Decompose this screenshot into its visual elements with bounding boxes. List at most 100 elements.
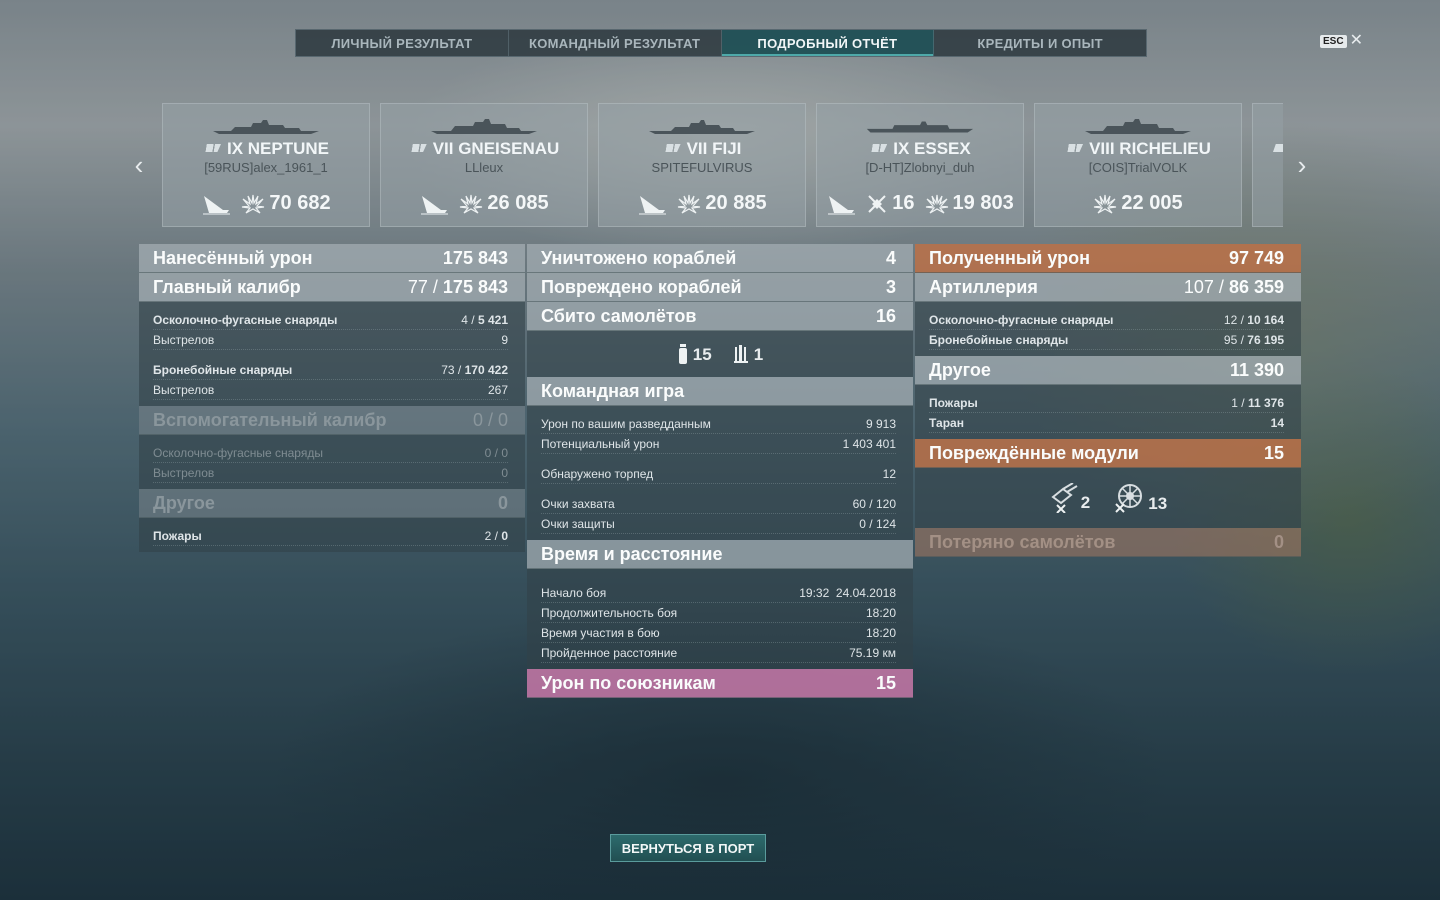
- main-battery-label: Главный калибр: [153, 276, 301, 297]
- carousel-next-arrow[interactable]: ›: [1292, 150, 1312, 180]
- defense-points-row: Очки защиты 0 / 124: [541, 514, 896, 534]
- damage-dealt-header: Нанесённый урон 175 843: [139, 244, 525, 273]
- damage-dealt-value: 175 843: [442, 247, 508, 268]
- ship-card[interactable]: IX ESSEX [D-HT]Zlobnyi_duh 16 19 803: [816, 103, 1024, 227]
- ally-damage-header: Урон по союзникам 15: [527, 669, 913, 698]
- ship-name: IX ESSEX: [893, 139, 971, 158]
- ships-destroyed-header: Уничтожено кораблей 4: [527, 244, 913, 273]
- fighters-count: 15: [692, 345, 712, 364]
- gun-turret-damaged-icon: [1051, 483, 1078, 513]
- ship-card[interactable]: VII GNEISENAU LLleux 26 085: [380, 103, 588, 227]
- ships-damaged-header: Повреждено кораблей 3: [527, 273, 913, 302]
- ship-silhouette-icon: [431, 119, 537, 134]
- sunk-ship-icon: [421, 195, 449, 214]
- esc-key-hint: ESC: [1320, 34, 1347, 48]
- ship-card[interactable]: VII FIJI SPITEFULVIRUS 20 885: [598, 103, 806, 227]
- damage-received-header: Полученный урон 97 749: [915, 244, 1301, 273]
- damage-value: 20 885: [705, 192, 767, 214]
- he-shots-row: Выстрелов 9: [153, 330, 508, 350]
- planes-lost-header: Потеряно самолётов 0: [915, 528, 1301, 557]
- damage-value: 19 803: [952, 192, 1014, 214]
- tab-personal-result[interactable]: ЛИЧНЫЙ РЕЗУЛЬТАТ: [296, 30, 509, 56]
- main-battery-hits: 77: [407, 276, 428, 297]
- other-damage-label: Другое: [153, 492, 215, 513]
- damage-dealt-label: Нанесённый урон: [153, 247, 313, 268]
- results-tabs: ЛИЧНЫЙ РЕЗУЛЬТАТ КОМАНДНЫЙ РЕЗУЛЬТАТ ПОД…: [295, 29, 1147, 57]
- ship-card-partial[interactable]: [1252, 103, 1283, 227]
- he-shells-row: Осколочно-фугасные снаряды 4 / 5 421: [153, 310, 508, 330]
- close-icon: ✕: [1349, 32, 1363, 49]
- ship-name: VII FIJI: [686, 139, 742, 158]
- ap-shots-row: Выстрелов 267: [153, 380, 508, 400]
- battleship-class-icon: [1065, 144, 1084, 152]
- return-to-port-button[interactable]: ВЕРНУТЬСЯ В ПОРТ: [610, 834, 766, 862]
- carousel-prev-arrow[interactable]: ‹: [129, 150, 149, 180]
- main-battery-header: Главный калибр 77 / 175 843: [139, 273, 525, 302]
- cruiser-class-icon: [202, 144, 221, 152]
- damage-splash-icon: [678, 194, 701, 214]
- ramming-row: Таран 14: [929, 413, 1284, 433]
- bombers-count: 1: [753, 345, 764, 364]
- cruiser-class-icon: [662, 144, 681, 152]
- main-battery-damage: 175 843: [442, 276, 508, 297]
- other-damage-details: Пожары 2 / 0: [139, 518, 525, 552]
- ship-card[interactable]: VIII RICHELIEU [COIS]TrialVOLK 22 005: [1034, 103, 1242, 227]
- sunk-ship-icon: [828, 195, 856, 214]
- main-battery-details: Осколочно-фугасные снаряды 4 / 5 421 Выст…: [139, 302, 525, 406]
- secondary-he-row: Осколочно-фугасные снаряды 0 / 0: [153, 443, 508, 463]
- teamplay-header: Командная игра: [527, 377, 913, 406]
- secondary-shots-row: Выстрелов 0: [153, 463, 508, 483]
- sunk-ship-icon: [639, 195, 667, 214]
- damage-splash-icon: [1094, 194, 1117, 214]
- ship-silhouette-icon: [649, 120, 755, 134]
- time-distance-header: Время и расстояние: [527, 540, 913, 569]
- damaged-guns-count: 2: [1080, 493, 1091, 512]
- ap-shells-row: Бронебойные снаряды 73 / 170 422: [153, 360, 508, 380]
- potential-damage-row: Потенциальный урон 1 403 401: [541, 434, 896, 454]
- artillery-details: Осколочно-фугасные снаряды 12 / 10 164 Бр…: [915, 302, 1301, 356]
- close-button[interactable]: ESC ✕: [1320, 32, 1363, 49]
- destroyed-ships-carousel: IX NEPTUNE [59RUS]alex_1961_1 70 682 VII…: [162, 103, 1283, 227]
- ship-card[interactable]: IX NEPTUNE [59RUS]alex_1961_1 70 682: [162, 103, 370, 227]
- damage-splash-icon: [925, 194, 948, 214]
- player-name: [COIS]TrialVOLK: [1088, 160, 1188, 175]
- distance-row: Пройденное расстояние 75.19 км: [541, 643, 896, 663]
- planes-shot-value: 16: [892, 192, 915, 214]
- damage-received-panel: Полученный урон 97 749 Артиллерия 107 / 8…: [915, 244, 1301, 557]
- battle-summary-panel: Уничтожено кораблей 4 Повреждено кораблей…: [527, 244, 913, 698]
- tab-team-result[interactable]: КОМАНДНЫЙ РЕЗУЛЬТАТ: [509, 30, 722, 56]
- battle-start-row: Начало боя 19:32 24.04.2018: [541, 583, 896, 603]
- planes-breakdown: 15 1: [527, 331, 913, 377]
- damaged-modules-breakdown: 2 13: [915, 468, 1301, 528]
- ship-silhouette-icon: [866, 121, 974, 133]
- damage-value: 26 085: [487, 192, 549, 214]
- planes-shot-down-header: Сбито самолётов 16: [527, 302, 913, 331]
- fighter-icon: [678, 344, 687, 364]
- received-other-header: Другое 11 390: [915, 356, 1301, 385]
- sunk-ship-icon: [203, 195, 231, 214]
- player-name: SPITEFULVIRUS: [651, 160, 753, 175]
- torpedoes-spotted-row: Обнаружено торпед 12: [541, 464, 896, 484]
- fires-row: Пожары 2 / 0: [153, 526, 508, 546]
- player-name: [D-HT]Zlobnyi_duh: [865, 160, 975, 175]
- secondary-battery-header: Вспомогательный калибр 0 / 0: [139, 406, 525, 435]
- carrier-class-icon: [869, 144, 888, 152]
- received-ap-row: Бронебойные снаряды 95 / 76 195: [929, 330, 1284, 350]
- secondary-battery-label: Вспомогательный калибр: [153, 409, 387, 430]
- tab-credits-xp[interactable]: КРЕДИТЫ И ОПЫТ: [934, 30, 1146, 56]
- spotting-damage-row: Урон по вашим разведданным 9 913: [541, 414, 896, 434]
- other-damage-value: 0: [497, 492, 508, 513]
- plane-shot-down-icon: [868, 194, 886, 213]
- tab-detailed-report[interactable]: ПОДРОБНЫЙ ОТЧЁТ: [721, 30, 935, 56]
- damaged-modules-header: Повреждённые модули 15: [915, 439, 1301, 468]
- damage-value: 70 682: [269, 192, 331, 214]
- damage-splash-icon: [242, 194, 265, 214]
- bomber-icon: [733, 345, 748, 363]
- artillery-header: Артиллерия 107 / 86 359: [915, 273, 1301, 302]
- ship-name: VII GNEISENAU: [432, 139, 560, 158]
- capture-points-row: Очки захвата 60 / 120: [541, 494, 896, 514]
- time-distance-details: Начало боя 19:32 24.04.2018 Продолжительн…: [527, 569, 913, 669]
- battle-duration-row: Продолжительность боя 18:20: [541, 603, 896, 623]
- other-damage-header: Другое 0: [139, 489, 525, 518]
- received-fires-row: Пожары 1 / 11 376: [929, 393, 1284, 413]
